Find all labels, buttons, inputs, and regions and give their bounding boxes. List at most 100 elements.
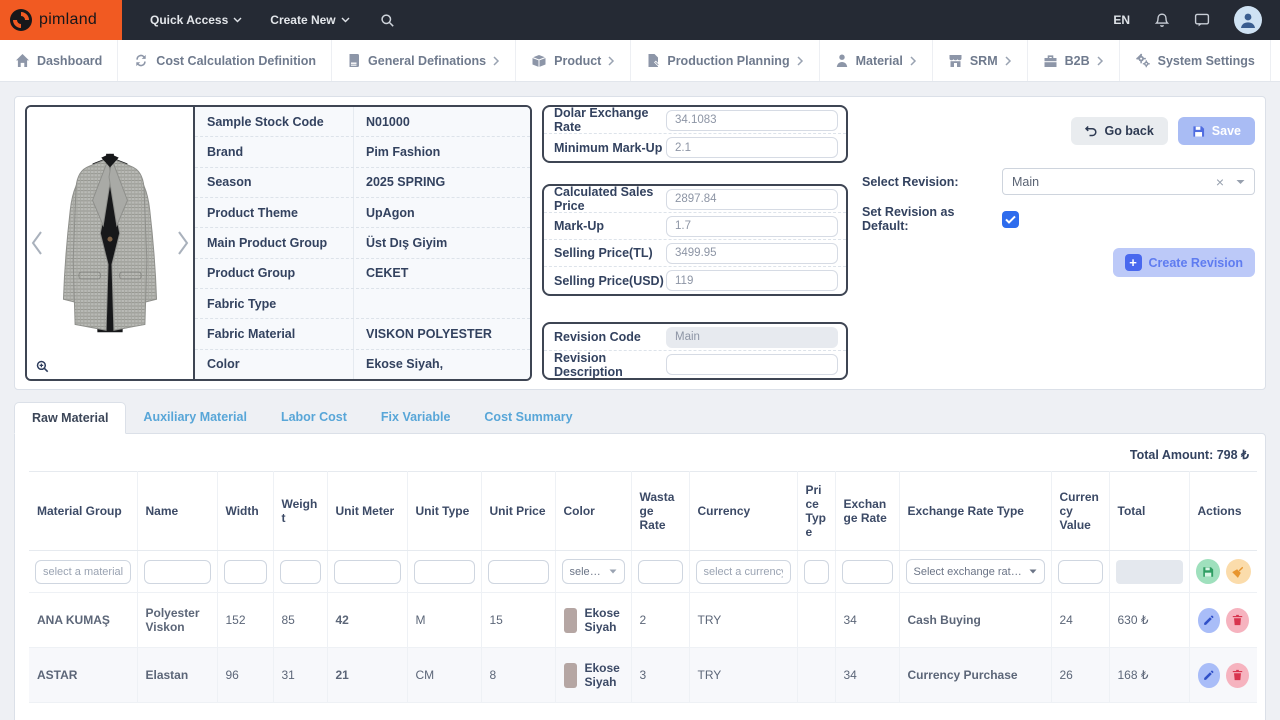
detail-row: ColorEkose Siyah, — [195, 350, 530, 379]
material-person-icon — [835, 53, 849, 68]
tab-raw-material[interactable]: Raw Material — [14, 402, 126, 434]
quick-access-menu[interactable]: Quick Access — [150, 13, 242, 27]
table-row[interactable]: ASTAR Elastan 96 31 21 CM 8 Ekose Siyah … — [29, 648, 1257, 703]
tab-cost-summary[interactable]: Cost Summary — [467, 402, 589, 433]
nav-product[interactable]: Product — [516, 40, 631, 81]
filter-currency[interactable] — [696, 560, 791, 584]
language-selector[interactable]: EN — [1113, 13, 1130, 27]
detail-row: BrandPim Fashion — [195, 137, 530, 167]
field-label: Revision Description — [554, 351, 666, 379]
filter-price-type[interactable] — [804, 560, 829, 584]
brand-logo[interactable]: pimland — [0, 0, 122, 40]
nav-general-definations[interactable]: General Definations — [332, 40, 516, 81]
col-unit-type: Unit Type — [407, 472, 481, 551]
filter-exchange-rate-type-placeholder: Select exchange rate type — [914, 566, 1025, 578]
edit-row-button[interactable] — [1198, 608, 1221, 633]
add-row-save-button[interactable] — [1196, 559, 1221, 584]
user-avatar[interactable] — [1234, 6, 1262, 34]
markup-input[interactable] — [666, 216, 838, 237]
filter-name[interactable] — [144, 560, 211, 584]
create-revision-row: + Create Revision — [862, 248, 1255, 277]
selected-revision-value: Main — [1012, 175, 1039, 189]
clear-selection-icon[interactable]: × — [1216, 175, 1224, 189]
revision-description-input[interactable] — [666, 354, 838, 375]
cell-exchange-rate-type: Currency Purchase — [899, 648, 1051, 703]
color-swatch — [564, 608, 577, 633]
cell-exchange-rate: 34 — [835, 593, 899, 648]
image-zoom-icon[interactable] — [36, 360, 49, 373]
chevron-down-icon — [1029, 569, 1037, 574]
detail-label: Product Theme — [195, 198, 353, 227]
filter-exchange-rate-type-select[interactable]: Select exchange rate type — [906, 559, 1045, 584]
field-row: Calculated Sales Price — [544, 186, 846, 213]
filter-unit-meter[interactable] — [334, 560, 401, 584]
carousel-next-icon[interactable] — [177, 230, 190, 256]
quick-access-label: Quick Access — [150, 13, 228, 27]
calculated-sales-price-input[interactable] — [666, 189, 838, 210]
nav-system-settings[interactable]: System Settings — [1120, 40, 1271, 81]
filter-wastage-rate[interactable] — [638, 560, 683, 584]
notifications-bell-icon[interactable] — [1154, 12, 1170, 29]
nav-b2b[interactable]: B2B — [1028, 40, 1120, 81]
go-back-button[interactable]: Go back — [1071, 117, 1167, 145]
nav-material[interactable]: Material — [820, 40, 933, 81]
filter-weight[interactable] — [280, 560, 321, 584]
filter-currency-value[interactable] — [1058, 560, 1103, 584]
set-default-checkbox[interactable] — [1002, 211, 1019, 228]
filter-width[interactable] — [224, 560, 267, 584]
selling-price-usd-input[interactable] — [666, 270, 838, 291]
table-row[interactable]: ANA KUMAŞ Polyester Viskon 152 85 42 M 1… — [29, 593, 1257, 648]
field-row: Revision Description — [544, 351, 846, 378]
cell-currency-value: 26 — [1051, 648, 1109, 703]
clear-filters-button[interactable] — [1226, 559, 1251, 584]
filter-exchange-rate[interactable] — [842, 560, 893, 584]
plus-icon: + — [1125, 254, 1142, 271]
field-row: Revision Code — [544, 324, 846, 351]
revision-select[interactable]: Main × — [1002, 168, 1255, 195]
tab-auxiliary-material[interactable]: Auxiliary Material — [126, 402, 264, 433]
edit-row-button[interactable] — [1198, 663, 1221, 688]
dolar-exchange-rate-input[interactable] — [666, 110, 838, 131]
col-exchange-rate-type: Exchange Rate Type — [899, 472, 1051, 551]
nav-cost-calculation-definition[interactable]: Cost Calculation Definition — [118, 40, 332, 81]
detail-row: Sample Stock CodeN01000 — [195, 107, 530, 137]
search-icon[interactable] — [380, 13, 395, 28]
book-icon — [347, 53, 361, 68]
cell-total: 630 ₺ — [1109, 593, 1189, 648]
filter-unit-type[interactable] — [414, 560, 475, 584]
nav-label: Material — [856, 54, 903, 68]
nav-production-planning[interactable]: Production Planning — [631, 40, 819, 81]
detail-value: Ekose Siyah, — [353, 350, 530, 379]
cell-width: 152 — [217, 593, 273, 648]
delete-row-button[interactable] — [1226, 608, 1249, 633]
minimum-markup-input[interactable] — [666, 137, 838, 158]
raw-material-panel: Total Amount: 798 ₺ Material Group Name … — [14, 433, 1266, 720]
messages-chat-icon[interactable] — [1194, 12, 1210, 28]
go-back-label: Go back — [1104, 124, 1153, 138]
save-disk-icon — [1202, 566, 1214, 578]
filter-material-group[interactable] — [35, 560, 131, 584]
chevron-down-icon[interactable] — [1236, 179, 1245, 185]
create-revision-button[interactable]: + Create Revision — [1113, 248, 1255, 277]
delete-row-button[interactable] — [1226, 663, 1249, 688]
home-icon — [15, 53, 30, 68]
cell-currency-value: 24 — [1051, 593, 1109, 648]
detail-row: Season2025 SPRING — [195, 168, 530, 198]
create-new-menu[interactable]: Create New — [270, 13, 349, 27]
filter-unit-price[interactable] — [488, 560, 549, 584]
carousel-prev-icon[interactable] — [30, 230, 43, 256]
cell-wastage-rate: 3 — [631, 648, 689, 703]
tab-fix-variable[interactable]: Fix Variable — [364, 402, 467, 433]
save-button[interactable]: Save — [1178, 117, 1255, 145]
pimland-logo-icon — [10, 9, 32, 31]
chevron-down-icon — [233, 17, 242, 23]
planning-doc-icon — [646, 53, 660, 68]
nav-ungrouped-menus[interactable]: Ungrouped Menus — [1271, 40, 1280, 81]
color-swatch — [564, 663, 577, 688]
tab-labor-cost[interactable]: Labor Cost — [264, 402, 364, 433]
selling-price-tl-input[interactable] — [666, 243, 838, 264]
exchange-rate-box: Dolar Exchange Rate Minimum Mark-Up — [542, 105, 848, 163]
nav-srm[interactable]: SRM — [933, 40, 1028, 81]
nav-dashboard[interactable]: Dashboard — [0, 40, 118, 81]
filter-color-select[interactable]: select a color — [562, 559, 625, 584]
